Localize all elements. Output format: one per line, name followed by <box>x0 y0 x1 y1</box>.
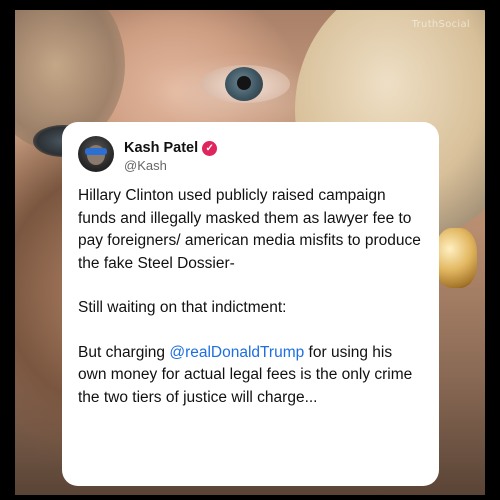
avatar[interactable] <box>78 136 114 172</box>
check-badge-icon: ✓ <box>202 140 218 156</box>
post-image-frame: TruthSocial Kash Patel ✓ @Kash Hillary C… <box>0 0 500 500</box>
author-name-row: Kash Patel ✓ <box>124 140 218 156</box>
avatar-glasses <box>85 148 107 155</box>
pearl-earring <box>435 228 477 288</box>
post-paragraph-1: Hillary Clinton used publicly raised cam… <box>78 187 421 272</box>
watermark-text: TruthSocial <box>411 19 470 30</box>
paragraph-3-text-start: But charging <box>78 343 170 361</box>
author-block: Kash Patel ✓ @Kash <box>124 140 218 173</box>
post-card[interactable]: Kash Patel ✓ @Kash Hillary Clinton used … <box>62 122 439 486</box>
post-header: Kash Patel ✓ @Kash <box>78 136 423 173</box>
post-body: Hillary Clinton used publicly raised cam… <box>78 185 423 409</box>
mention-link[interactable]: @realDonaldTrump <box>169 344 304 361</box>
post-paragraph-3: But charging @realDonaldTrump for using … <box>78 342 423 410</box>
eye-pupil <box>237 76 251 90</box>
author-handle[interactable]: @Kash <box>124 158 217 173</box>
post-paragraph-2: Still waiting on that indictment: <box>78 299 287 316</box>
author-name[interactable]: Kash Patel <box>124 140 198 156</box>
